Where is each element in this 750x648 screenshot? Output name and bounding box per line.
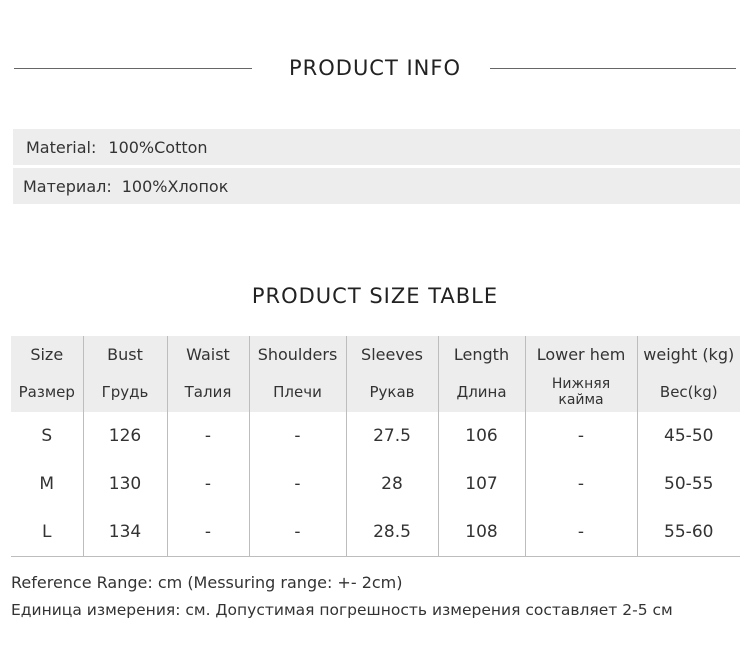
cell-length: 106 [438, 412, 526, 460]
heading-divider-left [14, 68, 252, 69]
header-weight-ru: Вес(kg) [637, 372, 740, 412]
table-row: L 134 - - 28.5 108 - 55-60 [11, 508, 740, 557]
material-row-ru: Материал: 100%Хлопок [13, 168, 740, 204]
reference-range-ru: Единица измерения: см. Допустимая погреш… [11, 601, 673, 619]
cell-shoulders: - [249, 460, 347, 508]
cell-length: 107 [438, 460, 526, 508]
cell-bust: 134 [83, 508, 168, 557]
size-table-title: PRODUCT SIZE TABLE [251, 284, 499, 308]
cell-lower-hem: - [525, 508, 638, 557]
header-waist-ru: Талия [167, 372, 250, 412]
header-lower-hem: Lower hem [525, 336, 638, 372]
table-header-en: Size Bust Waist Shoulders Sleeves Length… [11, 336, 740, 372]
product-info-title: PRODUCT INFO [270, 56, 479, 80]
cell-size: L [11, 508, 84, 557]
header-shoulders-ru: Плечи [249, 372, 347, 412]
header-size-ru: Размер [11, 372, 84, 412]
table-row: M 130 - - 28 107 - 50-55 [11, 460, 740, 508]
cell-sleeves: 28 [346, 460, 439, 508]
table-row: S 126 - - 27.5 106 - 45-50 [11, 412, 740, 460]
cell-weight: 45-50 [637, 412, 740, 460]
cell-shoulders: - [249, 508, 347, 557]
reference-range-en: Reference Range: cm (Messuring range: +-… [11, 573, 403, 592]
header-sleeves-ru: Рукав [346, 372, 439, 412]
cell-shoulders: - [249, 412, 347, 460]
cell-bust: 130 [83, 460, 168, 508]
table-header-ru: Размер Грудь Талия Плечи Рукав Длина Ниж… [11, 372, 740, 412]
size-table: Size Bust Waist Shoulders Sleeves Length… [11, 336, 740, 557]
header-lower-hem-ru: Нижняя кайма [525, 372, 638, 412]
material-row-en: Material: 100%Cotton [13, 129, 740, 165]
cell-length: 108 [438, 508, 526, 557]
cell-bust: 126 [83, 412, 168, 460]
header-bust-ru: Грудь [83, 372, 168, 412]
heading-divider-right [490, 68, 736, 69]
cell-weight: 50-55 [637, 460, 740, 508]
cell-lower-hem: - [525, 460, 638, 508]
cell-waist: - [167, 460, 250, 508]
cell-weight: 55-60 [637, 508, 740, 557]
product-info-heading: PRODUCT INFO [0, 52, 750, 84]
cell-size: M [11, 460, 84, 508]
size-table-heading: PRODUCT SIZE TABLE [0, 280, 750, 312]
cell-waist: - [167, 508, 250, 557]
header-length: Length [438, 336, 526, 372]
material-label-ru: Материал: [23, 176, 112, 196]
material-value-ru: 100%Хлопок [121, 176, 229, 196]
cell-waist: - [167, 412, 250, 460]
header-length-ru: Длина [438, 372, 526, 412]
header-weight: weight (kg) [637, 336, 740, 372]
header-bust: Bust [83, 336, 168, 372]
cell-sleeves: 28.5 [346, 508, 439, 557]
material-label-en: Material: [26, 137, 97, 157]
header-lower-hem-ru-text: Нижняя кайма [551, 376, 611, 408]
cell-size: S [11, 412, 84, 460]
header-shoulders: Shoulders [249, 336, 347, 372]
cell-lower-hem: - [525, 412, 638, 460]
cell-sleeves: 27.5 [346, 412, 439, 460]
header-waist: Waist [167, 336, 250, 372]
header-size: Size [11, 336, 84, 372]
material-value-en: 100%Cotton [108, 137, 208, 157]
header-sleeves: Sleeves [346, 336, 439, 372]
